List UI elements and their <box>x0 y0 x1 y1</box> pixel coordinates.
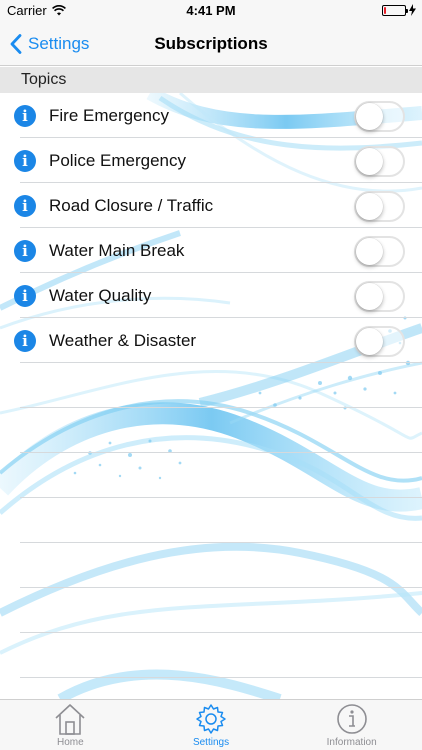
tab-home-label: Home <box>56 737 84 748</box>
topic-label: Police Emergency <box>49 151 187 170</box>
topics-list: i Fire Emergency i Police Emergency i Ro… <box>0 93 422 678</box>
section-header-topics: Topics <box>0 67 422 93</box>
info-icon[interactable]: i <box>14 285 36 307</box>
tab-information-label: Information <box>326 737 377 748</box>
toggle-knob <box>356 238 383 265</box>
back-button-label: Settings <box>28 34 90 53</box>
topic-toggle[interactable] <box>354 236 405 267</box>
status-right <box>382 4 416 16</box>
info-icon[interactable]: i <box>14 240 36 262</box>
topic-toggle[interactable] <box>354 191 405 222</box>
topic-toggle[interactable] <box>354 101 405 132</box>
toggle-knob <box>356 328 383 355</box>
topic-row[interactable]: i Fire Emergency <box>0 93 422 138</box>
gear-icon <box>196 704 226 734</box>
topic-label: Water Quality <box>49 286 152 305</box>
empty-row <box>0 498 422 543</box>
topic-label: Road Closure / Traffic <box>49 196 214 215</box>
topic-toggle[interactable] <box>354 281 405 312</box>
topic-label: Weather & Disaster <box>49 331 197 350</box>
topic-row[interactable]: i Weather & Disaster <box>0 318 422 363</box>
topics-list-area[interactable]: i Fire Emergency i Police Emergency i Ro… <box>0 93 422 699</box>
empty-row <box>0 408 422 453</box>
status-bar: Carrier 4:41 PM <box>0 0 422 22</box>
row-divider <box>20 677 422 678</box>
house-icon <box>55 704 85 735</box>
battery-icon <box>382 4 408 16</box>
topic-label: Fire Emergency <box>49 106 169 125</box>
info-icon[interactable]: i <box>14 105 36 127</box>
toggle-knob <box>356 193 383 220</box>
tab-home[interactable]: Home <box>0 700 141 750</box>
empty-row <box>0 633 422 678</box>
empty-row <box>0 543 422 588</box>
subscriptions-screen: Carrier 4:41 PM Settings Subscriptions T… <box>0 0 422 750</box>
info-icon[interactable]: i <box>14 195 36 217</box>
navigation-bar: Settings Subscriptions <box>0 22 422 66</box>
topic-row[interactable]: i Water Main Break <box>0 228 422 273</box>
empty-row <box>0 453 422 498</box>
empty-row <box>0 363 422 408</box>
toggle-knob <box>356 103 383 130</box>
chevron-left-icon <box>10 34 22 54</box>
info-circle-icon <box>336 704 367 734</box>
topic-row[interactable]: i Police Emergency <box>0 138 422 183</box>
topic-toggle[interactable] <box>354 146 405 177</box>
battery-level <box>384 6 386 14</box>
topic-row[interactable]: i Road Closure / Traffic <box>0 183 422 228</box>
toggle-knob <box>356 148 383 175</box>
info-icon[interactable]: i <box>14 150 36 172</box>
info-icon[interactable]: i <box>14 330 36 352</box>
empty-row <box>0 588 422 633</box>
back-button[interactable]: Settings <box>10 22 89 66</box>
topic-label: Water Main Break <box>49 241 185 260</box>
tab-settings[interactable]: Settings <box>141 700 282 750</box>
tab-settings-label: Settings <box>192 737 230 748</box>
tab-information[interactable]: Information <box>281 700 422 750</box>
topic-toggle[interactable] <box>354 326 405 357</box>
topic-row[interactable]: i Water Quality <box>0 273 422 318</box>
tab-bar: Home Settings Information <box>0 699 422 750</box>
toggle-knob <box>356 283 383 310</box>
charging-bolt-icon <box>409 4 416 16</box>
status-time: 4:41 PM <box>186 3 236 18</box>
